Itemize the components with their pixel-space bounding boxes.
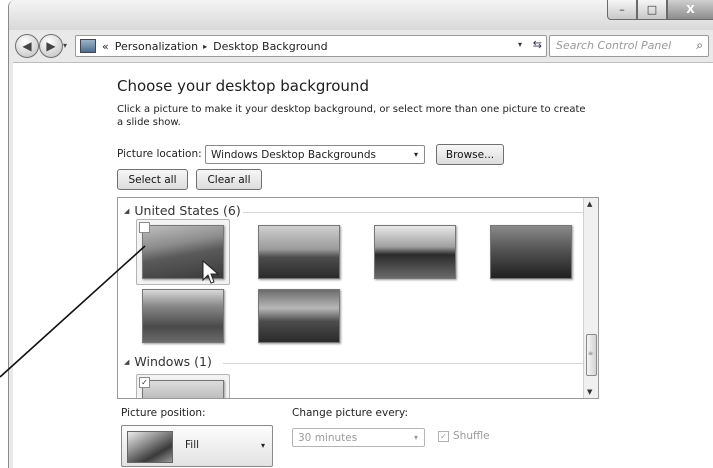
wallpaper-thumbnail[interactable]: [142, 380, 224, 398]
picture-position-select[interactable]: Fill ▾: [121, 425, 273, 467]
wallpaper-thumbnail[interactable]: [490, 225, 572, 279]
select-all-button[interactable]: Select all: [117, 169, 188, 190]
title-bar[interactable]: – □ X: [9, 0, 713, 30]
wallpaper-gallery[interactable]: ◢ United States (6) ◢ Windows (1) ✓ ▲ ≡ …: [117, 197, 599, 399]
navigation-bar: ◀ ▶ ▾ « Personalization ▸ Desktop Backgr…: [9, 30, 713, 60]
scroll-up-icon[interactable]: ▲: [587, 200, 592, 208]
picture-position-label: Picture position:: [121, 407, 206, 419]
browse-button[interactable]: Browse...: [436, 144, 504, 165]
group-divider: [223, 363, 583, 364]
caption-buttons: – □ X: [607, 0, 713, 20]
search-placeholder: Search Control Panel: [556, 39, 672, 52]
mouse-pointer-icon: [202, 260, 220, 284]
scroll-down-icon[interactable]: ▼: [587, 388, 592, 396]
chevron-down-icon: ▾: [413, 433, 418, 442]
breadcrumb-personalization[interactable]: Personalization: [115, 40, 198, 53]
picture-location-select[interactable]: Windows Desktop Backgrounds ▾: [205, 145, 425, 164]
back-arrow-icon: ◀: [22, 39, 32, 53]
page-title: Choose your desktop background: [117, 77, 369, 95]
chevron-down-icon: ▾: [413, 150, 418, 159]
shuffle-label: Shuffle: [453, 430, 490, 442]
back-button[interactable]: ◀: [15, 34, 39, 58]
checkbox-checked-icon: ✓: [438, 430, 449, 442]
content-pane: Choose your desktop background Click a p…: [13, 62, 713, 468]
group-title: United States (6): [134, 203, 241, 218]
recent-pages-dropdown[interactable]: ▾: [63, 41, 67, 50]
fill-preview-icon: [127, 431, 173, 463]
vertical-scrollbar[interactable]: ▲ ≡ ▼: [583, 198, 598, 398]
control-panel-window: – □ X ◀ ▶ ▾ « Personalization ▸ Desktop …: [8, 0, 713, 468]
scrollbar-thumb[interactable]: ≡: [586, 334, 597, 376]
forward-button[interactable]: ▶: [39, 34, 63, 58]
breadcrumb-desktop-background[interactable]: Desktop Background: [213, 40, 328, 53]
picture-location-value: Windows Desktop Backgrounds: [211, 148, 376, 161]
grip-icon: ≡: [588, 350, 594, 357]
close-button[interactable]: X: [667, 0, 713, 20]
shuffle-checkbox[interactable]: ✓ Shuffle: [438, 430, 490, 442]
address-dropdown-icon[interactable]: ▾: [518, 40, 522, 49]
minimize-button[interactable]: –: [607, 0, 637, 20]
group-header-united-states[interactable]: ◢ United States (6): [124, 203, 241, 218]
refresh-icon[interactable]: ⇆: [533, 38, 542, 51]
group-title: Windows (1): [134, 354, 212, 369]
thumbnail-checkbox[interactable]: [139, 222, 150, 233]
group-divider: [243, 212, 583, 213]
breadcrumb-overflow[interactable]: «: [102, 40, 109, 53]
wallpaper-thumbnail[interactable]: [258, 225, 340, 279]
group-header-windows[interactable]: ◢ Windows (1): [124, 354, 212, 369]
collapse-icon: ◢: [124, 206, 130, 215]
wallpaper-thumbnail[interactable]: [142, 289, 224, 343]
wallpaper-thumbnail[interactable]: [374, 225, 456, 279]
search-icon[interactable]: ⌕: [696, 38, 703, 53]
change-interval-value: 30 minutes: [298, 431, 358, 444]
clear-all-button[interactable]: Clear all: [196, 169, 262, 190]
picture-position-value: Fill: [185, 439, 200, 451]
change-interval-select[interactable]: 30 minutes ▾: [292, 428, 425, 447]
breadcrumb-separator-icon[interactable]: ▸: [203, 42, 207, 51]
chevron-down-icon: ▾: [260, 441, 265, 450]
picture-location-label: Picture location:: [117, 148, 202, 160]
change-picture-label: Change picture every:: [292, 407, 408, 419]
wallpaper-thumbnail[interactable]: [258, 289, 340, 343]
control-panel-icon: [80, 39, 96, 53]
forward-arrow-icon: ▶: [46, 39, 56, 53]
address-bar[interactable]: « Personalization ▸ Desktop Background ▾…: [75, 35, 547, 57]
thumbnail-checkbox-checked[interactable]: ✓: [139, 377, 150, 388]
page-description: Click a picture to make it your desktop …: [117, 104, 586, 128]
collapse-icon: ◢: [124, 357, 130, 366]
maximize-button[interactable]: □: [637, 0, 667, 20]
search-input[interactable]: Search Control Panel ⌕: [549, 35, 709, 57]
